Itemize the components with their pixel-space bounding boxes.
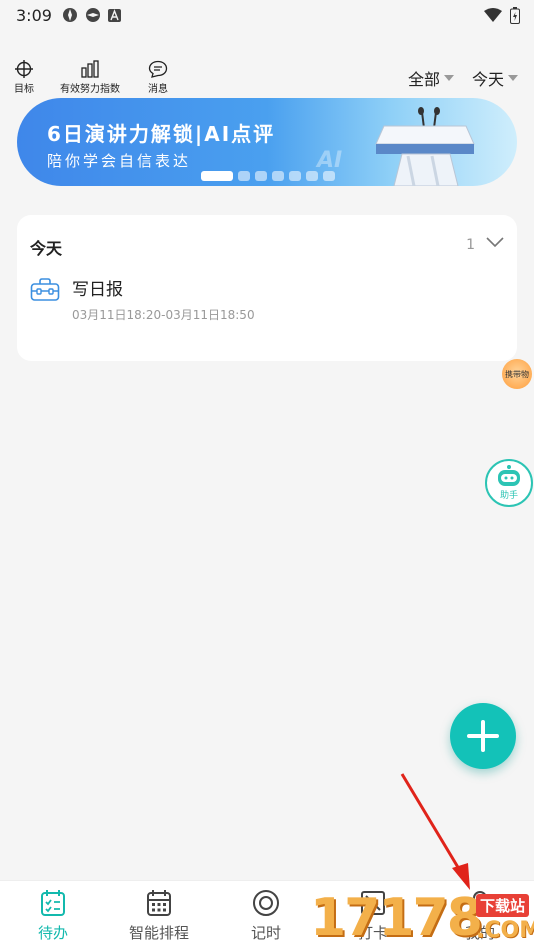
- pagination-dot[interactable]: [255, 171, 267, 181]
- watermark-number: 17178: [310, 888, 483, 948]
- watermark-site: 下载站: [476, 894, 530, 917]
- red-arrow-annotation: [400, 773, 470, 890]
- promo-banner[interactable]: 6日演讲力解锁|AI点评 陪你学会自信表达 AI: [17, 98, 517, 186]
- site-watermark: 17178 下载站 .COM: [310, 888, 534, 950]
- message-label: 消息: [148, 84, 168, 95]
- todo-checklist-icon: [41, 890, 65, 916]
- timer-circle-icon: [253, 890, 279, 916]
- assistant-button[interactable]: 助手: [485, 459, 533, 507]
- message-icon: [148, 60, 168, 78]
- pagination-dot[interactable]: [238, 171, 250, 181]
- task-item[interactable]: 写日报 03月11日18:20-03月11日18:50: [30, 275, 255, 323]
- pagination-dot[interactable]: [323, 171, 335, 181]
- task-time-range: 03月11日18:20-03月11日18:50: [72, 308, 255, 322]
- briefcase-icon: [30, 278, 60, 301]
- calendar-icon: [147, 890, 171, 916]
- banner-subtitle: 陪你学会自信表达: [47, 152, 192, 170]
- pagination-dot[interactable]: [201, 171, 233, 181]
- pagination-dot[interactable]: [289, 171, 301, 181]
- robot-icon: [498, 465, 520, 486]
- text-notification-icon: [107, 8, 121, 22]
- today-card: 今天 1 写日报 03月11日18:20-03月11日18:50: [17, 215, 517, 361]
- caret-down-icon: [508, 75, 518, 81]
- tab-smart-schedule-label: 智能排程: [128, 924, 189, 942]
- banner-watermark: AI: [317, 148, 343, 173]
- carry-items-button[interactable]: 携带物: [502, 359, 532, 389]
- task-title: 写日报: [72, 280, 123, 300]
- top-toolbar: 目标 有效努力指数 消息 全部 今天: [0, 60, 534, 98]
- goal-button[interactable]: 目标: [14, 60, 34, 95]
- goal-label: 目标: [14, 84, 34, 95]
- wifi-icon: [484, 8, 502, 22]
- effort-index-label: 有效努力指数: [60, 84, 120, 95]
- banner-title: 6日演讲力解锁|AI点评: [47, 122, 276, 146]
- target-icon: [15, 60, 33, 78]
- today-card-header: 今天: [30, 239, 63, 258]
- pagination-dot[interactable]: [306, 171, 318, 181]
- plus-icon: [467, 720, 499, 752]
- status-bar: 3:09: [0, 0, 534, 30]
- tab-smart-schedule[interactable]: 智能排程: [106, 889, 212, 943]
- filter-all-label: 全部: [407, 70, 440, 89]
- app-notification-icon: [85, 8, 100, 22]
- tab-timer[interactable]: 记时: [213, 889, 319, 943]
- add-task-button[interactable]: [450, 703, 516, 769]
- pagination-dot[interactable]: [272, 171, 284, 181]
- tab-timer-label: 记时: [250, 924, 281, 942]
- battery-icon: [510, 6, 520, 24]
- podium-illustration: [375, 107, 475, 186]
- banner-pagination: [201, 171, 335, 181]
- bar-chart-icon: [81, 60, 99, 78]
- carry-items-label: 携带物: [505, 369, 529, 379]
- status-time: 3:09: [16, 5, 52, 25]
- tab-todo-label: 待办: [37, 924, 68, 942]
- filter-today-dropdown[interactable]: 今天: [472, 66, 518, 90]
- assistant-label: 助手: [499, 491, 518, 501]
- tab-todo[interactable]: 待办: [0, 889, 106, 943]
- watermark-domain: .COM: [476, 918, 534, 943]
- caret-down-icon: [443, 75, 454, 81]
- message-button[interactable]: 消息: [148, 60, 168, 95]
- effort-index-button[interactable]: 有效努力指数: [60, 60, 120, 95]
- today-card-count: 1: [466, 237, 475, 253]
- filter-all-dropdown[interactable]: 全部: [408, 66, 454, 90]
- filter-today-label: 今天: [471, 70, 504, 89]
- chevron-down-icon[interactable]: [485, 235, 505, 249]
- app-notification-icon: [62, 8, 77, 22]
